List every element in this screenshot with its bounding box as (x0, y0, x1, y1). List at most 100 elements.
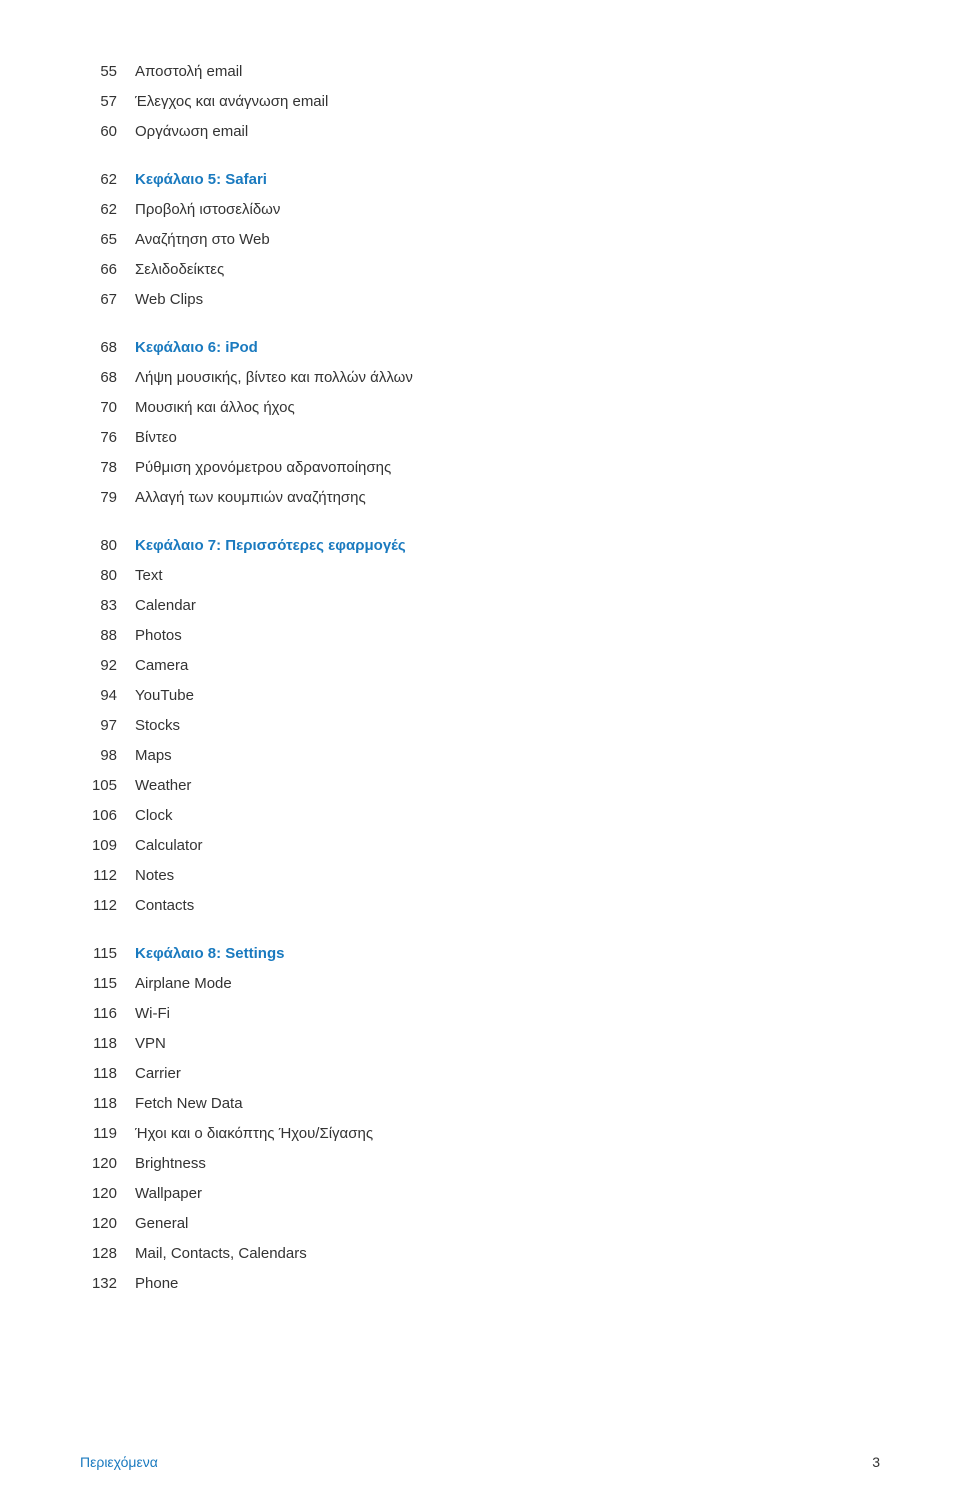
toc-item-entry: 97Stocks (80, 714, 880, 738)
toc-page-number: 120 (80, 1212, 135, 1236)
toc-page-number: 65 (80, 228, 135, 252)
toc-page-number: 68 (80, 366, 135, 390)
toc-item-entry: 79Αλλαγή των κουμπιών αναζήτησης (80, 486, 880, 510)
toc-page-number: 80 (80, 564, 135, 588)
toc-item-entry: 94YouTube (80, 684, 880, 708)
toc-page-number: 76 (80, 426, 135, 450)
toc-chapter-entry: 80Κεφάλαιο 7: Περισσότερες εφαρμογές (80, 534, 880, 558)
toc-chapter-entry: 62Κεφάλαιο 5: Safari (80, 168, 880, 192)
toc-page-number: 67 (80, 288, 135, 312)
toc-item-entry: 115Airplane Mode (80, 972, 880, 996)
toc-page-number: 98 (80, 744, 135, 768)
toc-spacer (80, 516, 880, 534)
toc-item-entry: 128Mail, Contacts, Calendars (80, 1242, 880, 1266)
toc-item-title: Calendar (135, 594, 196, 618)
toc-item-title: Photos (135, 624, 182, 648)
toc-page-number: 106 (80, 804, 135, 828)
toc-item-title: Phone (135, 1272, 178, 1296)
footer-label: Περιεχόμενα (80, 1454, 158, 1470)
toc-page-number: 132 (80, 1272, 135, 1296)
toc-item-title: Ήχοι και ο διακόπτης Ήχου/Σίγασης (135, 1122, 373, 1146)
toc-page-number: 57 (80, 90, 135, 114)
toc-item-entry: 120Brightness (80, 1152, 880, 1176)
toc-item-entry: 67Web Clips (80, 288, 880, 312)
toc-page-number: 112 (80, 864, 135, 888)
toc-item-title: Airplane Mode (135, 972, 232, 996)
toc-page-number: 94 (80, 684, 135, 708)
toc-chapter-title: Κεφάλαιο 6: iPod (135, 336, 258, 360)
toc-item-title: Text (135, 564, 163, 588)
toc-item-entry: 60Οργάνωση email (80, 120, 880, 144)
toc-item-entry: 88Photos (80, 624, 880, 648)
toc-page-number: 55 (80, 60, 135, 84)
toc-item-title: Contacts (135, 894, 194, 918)
toc-page-number: 109 (80, 834, 135, 858)
toc-spacer (80, 318, 880, 336)
toc-item-entry: 109Calculator (80, 834, 880, 858)
toc-item-title: Camera (135, 654, 188, 678)
toc-item-entry: 98Maps (80, 744, 880, 768)
toc-page-number: 128 (80, 1242, 135, 1266)
toc-page-number: 120 (80, 1182, 135, 1206)
toc-item-title: Maps (135, 744, 172, 768)
toc-spacer (80, 924, 880, 942)
toc-item-entry: 120Wallpaper (80, 1182, 880, 1206)
toc-item-entry: 55Αποστολή email (80, 60, 880, 84)
toc-page-number: 79 (80, 486, 135, 510)
page-container: 55Αποστολή email 57Έλεγχος και ανάγνωση e… (0, 0, 960, 1362)
toc-item-entry: 76Βίντεο (80, 426, 880, 450)
toc-page-number: 80 (80, 534, 135, 558)
toc-item-title: YouTube (135, 684, 194, 708)
toc-page-number: 118 (80, 1032, 135, 1056)
toc-item-title: Αλλαγή των κουμπιών αναζήτησης (135, 486, 366, 510)
toc-page-number: 88 (80, 624, 135, 648)
toc-item-title: Notes (135, 864, 174, 888)
toc-item-title: Stocks (135, 714, 180, 738)
toc-chapter-title: Κεφάλαιο 8: Settings (135, 942, 284, 966)
toc-item-entry: 118Fetch New Data (80, 1092, 880, 1116)
toc-page-number: 78 (80, 456, 135, 480)
toc-item-entry: 57Έλεγχος και ανάγνωση email (80, 90, 880, 114)
toc-page-number: 68 (80, 336, 135, 360)
toc-item-entry: 70Μουσική και άλλος ήχος (80, 396, 880, 420)
toc-item-title: Carrier (135, 1062, 181, 1086)
toc-item-entry: 83Calendar (80, 594, 880, 618)
toc-item-title: Calculator (135, 834, 203, 858)
toc-item-entry: 132Phone (80, 1272, 880, 1296)
toc-chapter-title: Κεφάλαιο 5: Safari (135, 168, 267, 192)
toc-item-entry: 66Σελιδοδείκτες (80, 258, 880, 282)
toc-page-number: 97 (80, 714, 135, 738)
toc-page-number: 112 (80, 894, 135, 918)
toc-item-entry: 106Clock (80, 804, 880, 828)
toc-item-title: Σελιδοδείκτες (135, 258, 224, 282)
toc-item-entry: 80Text (80, 564, 880, 588)
toc-item-title: Προβολή ιστοσελίδων (135, 198, 280, 222)
toc-page-number: 62 (80, 168, 135, 192)
toc-page-number: 120 (80, 1152, 135, 1176)
toc-item-title: Αναζήτηση στο Web (135, 228, 270, 252)
toc-item-title: Clock (135, 804, 173, 828)
toc-page-number: 60 (80, 120, 135, 144)
toc-chapter-title: Κεφάλαιο 7: Περισσότερες εφαρμογές (135, 534, 406, 558)
toc-item-title: Βίντεο (135, 426, 177, 450)
toc-item-title: Brightness (135, 1152, 206, 1176)
toc-item-entry: 62Προβολή ιστοσελίδων (80, 198, 880, 222)
toc-item-entry: 120General (80, 1212, 880, 1236)
footer: Περιεχόμενα 3 (0, 1454, 960, 1470)
toc-item-title: Fetch New Data (135, 1092, 243, 1116)
toc-item-title: VPN (135, 1032, 166, 1056)
toc-item-title: Web Clips (135, 288, 203, 312)
toc-item-title: Ρύθμιση χρονόμετρου αδρανοποίησης (135, 456, 391, 480)
toc-item-title: Οργάνωση email (135, 120, 248, 144)
toc-item-entry: 112Contacts (80, 894, 880, 918)
toc-page-number: 118 (80, 1062, 135, 1086)
toc-page-number: 119 (80, 1122, 135, 1146)
toc-page-number: 83 (80, 594, 135, 618)
toc-item-entry: 105Weather (80, 774, 880, 798)
toc-page-number: 115 (80, 942, 135, 966)
toc-item-entry: 92Camera (80, 654, 880, 678)
toc-chapter-entry: 115Κεφάλαιο 8: Settings (80, 942, 880, 966)
toc-item-title: Αποστολή email (135, 60, 242, 84)
toc-page-number: 70 (80, 396, 135, 420)
toc-item-title: Weather (135, 774, 191, 798)
